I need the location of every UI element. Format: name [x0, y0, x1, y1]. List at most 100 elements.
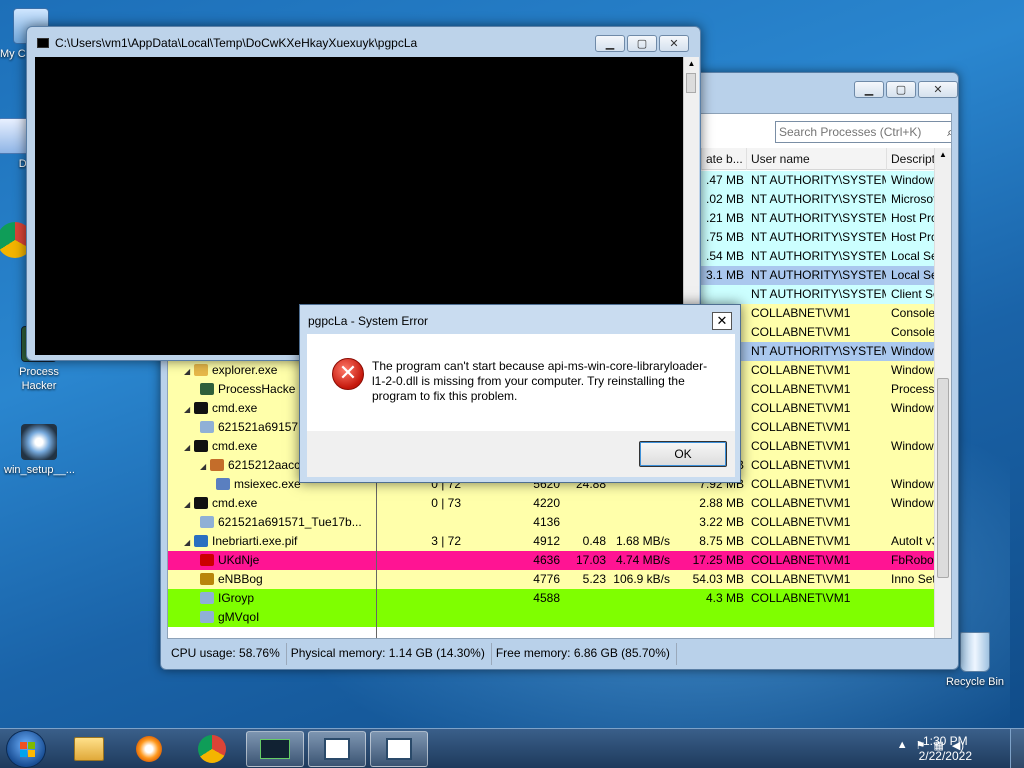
- io-rate-cell: 4.74 MB/s: [615, 553, 670, 567]
- scroll-up-arrow-icon[interactable]: ▲: [935, 148, 951, 162]
- console-icon: [324, 738, 350, 760]
- column-description[interactable]: Descripti: [886, 148, 941, 170]
- desktop-icon-win-setup[interactable]: win_setup__...: [4, 424, 75, 477]
- show-desktop-button[interactable]: [1010, 729, 1024, 768]
- scroll-up-arrow-icon[interactable]: ▲: [684, 57, 699, 71]
- description-cell: Window: [891, 401, 934, 415]
- expand-arrow-icon[interactable]: ◢: [184, 400, 194, 418]
- private-bytes-cell: 17.25 MB: [692, 553, 744, 567]
- expand-arrow-icon[interactable]: ◢: [184, 533, 194, 551]
- vertical-scrollbar[interactable]: ▲ ▼: [934, 148, 951, 638]
- desktop-icon-label: Recycle Bin: [945, 676, 1005, 688]
- taskbar-clock[interactable]: 1:30 PM 2/22/2022: [919, 734, 972, 764]
- description-cell: [891, 589, 938, 608]
- app-icon: [200, 592, 214, 604]
- minimize-button[interactable]: ▁: [595, 35, 625, 52]
- cpu-io-cell: [383, 551, 461, 570]
- user-name-cell: COLLABNET\VM1: [751, 401, 851, 415]
- console-title: C:\Users\vm1\AppData\Local\Temp\DoCwKXeH…: [55, 36, 418, 50]
- expand-arrow-icon[interactable]: ◢: [200, 457, 210, 475]
- taskbar-explorer[interactable]: [60, 731, 118, 767]
- chevron-up-icon[interactable]: ▲: [897, 739, 908, 752]
- start-button[interactable]: [6, 730, 46, 768]
- folder-icon: [74, 737, 104, 761]
- process-name: cmd.exe: [212, 401, 258, 415]
- clock-time: 1:30 PM: [922, 734, 968, 748]
- taskbar-chrome[interactable]: [183, 731, 241, 767]
- process-name-cell: ◢ Inebriarti.exe.pif: [184, 532, 376, 551]
- table-row[interactable]: 621521a691571_Tue17b... 4136 3.22 MB COLLAB…: [168, 513, 938, 532]
- process-name: IGroyp: [218, 591, 255, 605]
- windows-logo-icon: [20, 742, 35, 757]
- msi-icon: [216, 478, 230, 490]
- column-private-bytes[interactable]: ate b...: [701, 148, 746, 170]
- process-name-cell: eNBBog: [200, 570, 376, 589]
- cpu-io-cell: [383, 570, 461, 589]
- description-cell: Window: [891, 344, 934, 358]
- process-name-cell: UKdNje: [200, 551, 376, 570]
- cpu-io-cell: 0 | 73: [431, 496, 461, 510]
- dialog-close-button[interactable]: ✕: [712, 312, 732, 330]
- description-cell: Inno Setu: [891, 572, 938, 586]
- ph-icon: [200, 383, 214, 395]
- process-name: ProcessHacke: [218, 382, 296, 396]
- private-bytes-cell: 4.3 MB: [705, 591, 744, 605]
- table-row[interactable]: gMVqoI: [168, 608, 938, 627]
- taskbar-console-2[interactable]: [370, 731, 428, 767]
- pid-cell: 4220: [533, 496, 560, 510]
- recycle-bin-icon: [960, 632, 990, 672]
- description-cell: Window: [891, 496, 934, 510]
- app-icon: [200, 611, 214, 623]
- cmd-icon: [194, 402, 208, 414]
- table-row[interactable]: ◢ cmd.exe 0 | 73 4220 2.88 MB COLLABNET\VM1 Wi…: [168, 494, 938, 513]
- taskbar-media-player[interactable]: [120, 731, 178, 767]
- close-button[interactable]: ✕: [918, 81, 958, 98]
- error-icon: ✕: [332, 358, 364, 390]
- cmd-icon: [194, 440, 208, 452]
- taskbar-process-hacker[interactable]: [246, 731, 304, 767]
- expand-arrow-icon[interactable]: ◢: [184, 495, 194, 513]
- cpu-io-cell: 3 | 72: [431, 534, 461, 548]
- cpu-cell: [560, 513, 606, 532]
- scrollbar-thumb[interactable]: [937, 378, 949, 578]
- user-name-cell: COLLABNET\VM1: [751, 591, 851, 605]
- maximize-button[interactable]: ▢: [886, 81, 916, 98]
- ok-button[interactable]: OK: [639, 441, 727, 467]
- scrollbar-thumb[interactable]: [686, 73, 696, 93]
- process-name: cmd.exe: [212, 496, 258, 510]
- description-cell: Window: [891, 173, 934, 187]
- cpu-cell: 17.03: [575, 553, 606, 567]
- close-button[interactable]: ✕: [659, 35, 689, 52]
- user-name-cell: COLLABNET\VM1: [751, 382, 851, 396]
- search-processes-box[interactable]: ⌕: [775, 121, 951, 143]
- io-rate-cell: [608, 608, 670, 627]
- private-bytes-cell: 8.75 MB: [699, 534, 744, 548]
- description-cell: Host Pro: [891, 211, 938, 225]
- window-controls: ▁ ▢ ✕: [854, 81, 958, 98]
- maximize-button[interactable]: ▢: [627, 35, 657, 52]
- table-row[interactable]: UKdNje 4636 17.03 4.74 MB/s 17.25 MB COLLABNE…: [168, 551, 938, 570]
- minimize-button[interactable]: ▁: [854, 81, 884, 98]
- user-name-cell: COLLABNET\VM1: [751, 572, 851, 586]
- description-cell: FbRobot: [891, 553, 938, 567]
- process-name: UKdNje: [218, 553, 260, 567]
- user-name-cell: NT AUTHORITY\SYSTEM: [751, 344, 886, 358]
- expand-arrow-icon[interactable]: ◢: [184, 362, 194, 380]
- status-bar: CPU usage: 58.76% Physical memory: 1.14 …: [167, 643, 677, 665]
- table-row[interactable]: IGroyp 4588 4.3 MB COLLABNET\VM1: [168, 589, 938, 608]
- cpu-usage-status: CPU usage: 58.76%: [167, 643, 287, 665]
- pid-cell: 4588: [533, 591, 560, 605]
- expand-arrow-icon[interactable]: ◢: [184, 438, 194, 456]
- system-error-dialog[interactable]: pgpcLa - System Error ✕ ✕ The program ca…: [299, 304, 741, 483]
- clock-date: 2/22/2022: [918, 749, 972, 763]
- taskbar-console-1[interactable]: [308, 731, 366, 767]
- table-row[interactable]: ◢ Inebriarti.exe.pif 3 | 72 4912 0.48 1.68 MB…: [168, 532, 938, 551]
- table-row[interactable]: eNBBog 4776 5.23 106.9 kB/s 54.03 MB COLLABNE…: [168, 570, 938, 589]
- user-name-cell: COLLABNET\VM1: [751, 306, 851, 320]
- description-cell: Local Se: [891, 268, 938, 282]
- search-input[interactable]: [779, 125, 937, 139]
- column-user-name[interactable]: User name: [746, 148, 886, 170]
- private-bytes-cell: [674, 608, 744, 627]
- process-hacker-icon: [260, 739, 290, 759]
- process-name: eNBBog: [218, 572, 263, 586]
